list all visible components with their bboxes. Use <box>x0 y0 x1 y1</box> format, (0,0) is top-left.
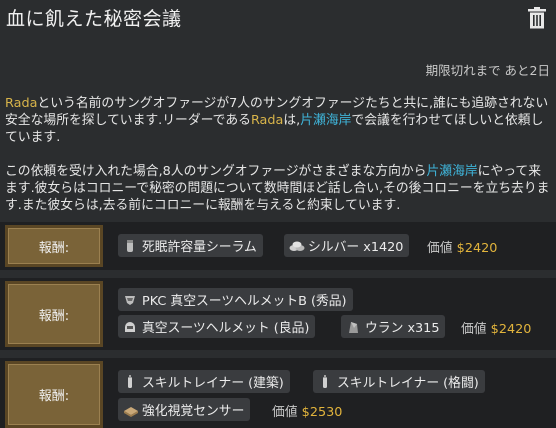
value-amount: $2420 <box>456 241 498 256</box>
quest-title: 血に飢えた秘密会議 <box>6 8 182 30</box>
leader-name: Rada <box>250 113 284 128</box>
description-text: この依頼を受け入れた場合,8人のサングオファージがさまざまな方向から <box>5 164 427 179</box>
reward-item: 真空スーツヘルメット (良品) <box>118 315 316 338</box>
reward-item-label: スキルトレイナー (建築) <box>142 376 284 391</box>
reward-value: 価値 $2530 <box>272 401 342 420</box>
expiry-text: 期限切れまで あと2日 <box>425 63 550 78</box>
neurotrainer-icon <box>123 374 137 389</box>
reward-item: 強化視覚センサー <box>118 398 251 421</box>
reward-item-label: PKC 真空スーツヘルメットB (秀品) <box>142 294 347 309</box>
reward-item-label: シルバー x1420 <box>308 240 404 255</box>
silver-icon <box>289 239 305 253</box>
uranium-icon <box>346 320 360 334</box>
reward-value: 価値 $2420 <box>427 237 497 256</box>
trash-icon[interactable] <box>527 7 547 29</box>
helmet-b-icon <box>123 293 137 307</box>
description-text: は, <box>283 113 301 128</box>
helmet-icon <box>123 320 137 334</box>
reward-select-button[interactable]: 報酬: <box>5 361 103 428</box>
value-label: 価値 <box>427 241 453 256</box>
reward-option-2: 報酬: PKC 真空スーツヘルメットB (秀品) 真空スーツヘルメット (良品)… <box>0 278 556 350</box>
reward-option-3: 報酬: スキルトレイナー (建築) スキルトレイナー (格闘) 強化視覚センサー… <box>0 358 556 428</box>
reward-item: PKC 真空スーツヘルメットB (秀品) <box>118 288 353 311</box>
reward-item: スキルトレイナー (格闘) <box>313 370 485 393</box>
value-amount: $2420 <box>490 322 532 337</box>
reward-item-label: 真空スーツヘルメット (良品) <box>142 321 310 336</box>
reward-value: 価値 $2420 <box>461 318 531 337</box>
value-label: 価値 <box>461 322 487 337</box>
description-paragraph-1: Radaという名前のサングオファージが7人のサングオファージたちと共に,誰にも追… <box>5 95 553 146</box>
reward-item: 死眠許容量シーラム <box>118 234 263 257</box>
location-link[interactable]: 片瀬海岸 <box>426 164 477 179</box>
value-amount: $2530 <box>301 405 343 420</box>
reward-item-label: スキルトレイナー (格闘) <box>337 376 479 391</box>
serum-icon <box>123 239 137 253</box>
neurotrainer-icon <box>318 374 332 389</box>
reward-item-label: 強化視覚センサー <box>142 404 245 419</box>
reward-item: スキルトレイナー (建築) <box>118 370 290 393</box>
description-paragraph-2: この依頼を受け入れた場合,8人のサングオファージがさまざまな方向から片瀬海岸にや… <box>5 163 553 214</box>
reward-select-button[interactable]: 報酬: <box>5 281 103 347</box>
reward-item-label: ウラン x315 <box>365 321 440 336</box>
quest-description: Radaという名前のサングオファージが7人のサングオファージたちと共に,誰にも追… <box>5 95 553 214</box>
reward-option-1: 報酬: 死眠許容量シーラム シルバー x1420 価値 $2420 <box>0 222 556 270</box>
reward-item: シルバー x1420 <box>284 234 410 257</box>
reward-item: ウラン x315 <box>341 315 446 338</box>
reward-item-label: 死眠許容量シーラム <box>142 240 257 255</box>
reward-select-button[interactable]: 報酬: <box>5 225 103 267</box>
location-link[interactable]: 片瀬海岸 <box>300 113 351 128</box>
sensor-icon <box>123 403 138 417</box>
leader-name: Rada <box>5 96 38 111</box>
value-label: 価値 <box>272 405 298 420</box>
